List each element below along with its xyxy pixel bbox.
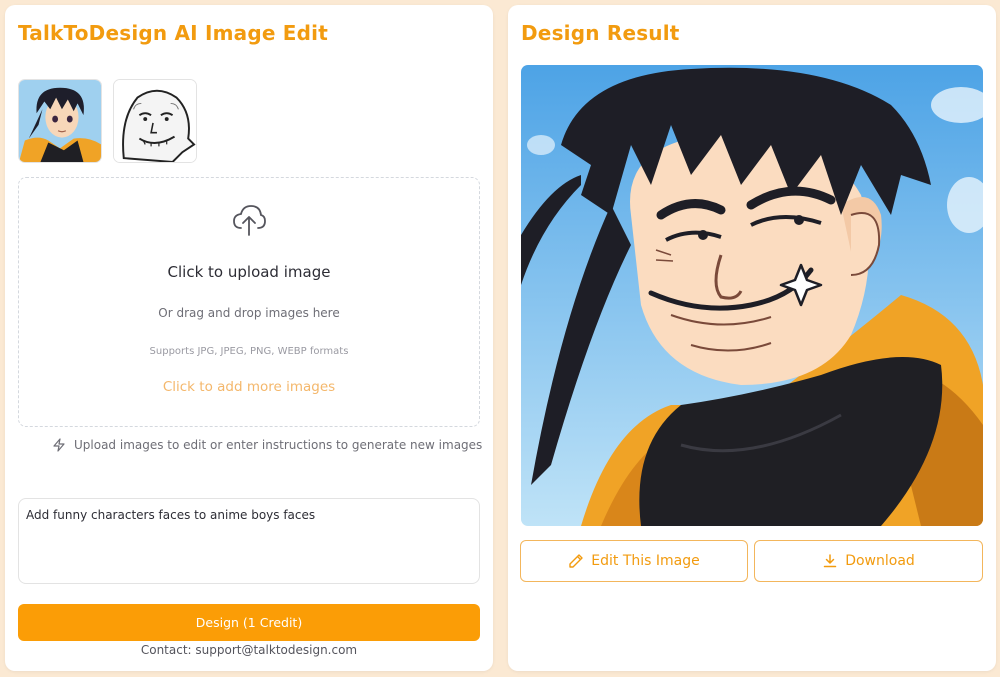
pencil-icon xyxy=(569,554,583,568)
upload-formats: Supports JPG, JPEG, PNG, WEBP formats xyxy=(149,346,349,357)
result-panel: Design Result Edit This Image Download xyxy=(508,5,996,671)
download-icon xyxy=(823,554,837,568)
download-label: Download xyxy=(845,553,915,569)
add-more-images-link[interactable]: Click to add more images xyxy=(19,379,479,395)
thumbnail-anime-boy[interactable] xyxy=(18,79,102,163)
thumbnail-list xyxy=(18,79,197,163)
upload-dropzone[interactable]: Click to upload image Or drag and drop i… xyxy=(18,177,480,427)
hint-text: Upload images to edit or enter instructi… xyxy=(74,438,483,452)
result-title: Design Result xyxy=(521,21,680,45)
panel-title: TalkToDesign AI Image Edit xyxy=(18,21,328,45)
design-button[interactable]: Design (1 Credit) xyxy=(18,604,480,641)
result-anime-face-image xyxy=(521,65,983,526)
result-image xyxy=(521,65,983,526)
edit-panel: TalkToDesign AI Image Edit Click to uplo… xyxy=(5,5,493,671)
meme-face-thumbnail xyxy=(114,80,196,162)
hint: Upload images to edit or enter instructi… xyxy=(52,438,482,452)
lightning-icon xyxy=(53,438,65,452)
anime-boy-thumbnail xyxy=(19,80,101,162)
contact-text: Contact: support@talktodesign.com xyxy=(140,643,358,657)
upload-subtitle: Or drag and drop images here xyxy=(158,306,340,320)
prompt-input[interactable]: Add funny characters faces to anime boys… xyxy=(18,498,480,584)
upload-title: Click to upload image xyxy=(167,263,331,281)
thumbnail-meme-face[interactable] xyxy=(113,79,197,163)
edit-image-label: Edit This Image xyxy=(591,553,700,569)
download-button[interactable]: Download xyxy=(754,540,983,582)
edit-image-button[interactable]: Edit This Image xyxy=(520,540,748,582)
cloud-upload-icon xyxy=(233,205,266,236)
